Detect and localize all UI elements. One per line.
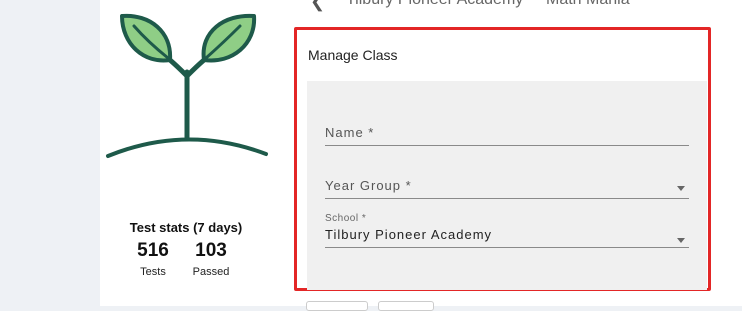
school-underline <box>325 247 689 248</box>
stat-passed: 103 Passed <box>186 240 236 278</box>
name-field[interactable]: Name * <box>325 125 689 146</box>
school-select[interactable]: School * Tilbury Pioneer Academy <box>325 213 689 248</box>
bottom-button[interactable] <box>306 301 368 311</box>
bottom-button[interactable] <box>378 301 434 311</box>
year-group-select[interactable]: Year Group * <box>325 178 689 199</box>
passed-label: Passed <box>192 266 230 278</box>
dropdown-arrow-icon[interactable] <box>677 186 685 191</box>
stats-card: Test stats (7 days) 516 Tests 103 Passed <box>100 0 292 306</box>
class-form: Name * Year Group * School * Tilbury Pio… <box>307 81 707 290</box>
card-title: Manage Class <box>308 47 398 63</box>
manage-class-card: Manage Class Name * Year Group * School … <box>294 27 711 291</box>
tests-label: Tests <box>140 266 166 278</box>
school-label: School * <box>325 213 367 224</box>
user-heading: Math Mania <box>546 0 630 9</box>
school-heading: Tilbury Pioneer Academy <box>346 0 523 9</box>
top-bar: ❮ Tilbury Pioneer Academy Math Mania <box>292 0 742 24</box>
stat-tests: 516 Tests <box>128 240 178 278</box>
passed-count: 103 <box>195 240 227 261</box>
name-placeholder: Name * <box>325 125 375 140</box>
chevron-left-icon[interactable]: ❮ <box>310 0 325 10</box>
school-value: Tilbury Pioneer Academy <box>325 227 493 242</box>
tests-count: 516 <box>137 240 169 261</box>
stats-title: Test stats (7 days) <box>129 220 243 235</box>
dropdown-arrow-icon[interactable] <box>677 238 685 243</box>
plant-illustration <box>106 13 268 158</box>
year-group-placeholder: Year Group * <box>325 178 412 193</box>
year-group-underline <box>325 198 689 199</box>
name-underline <box>325 145 689 146</box>
